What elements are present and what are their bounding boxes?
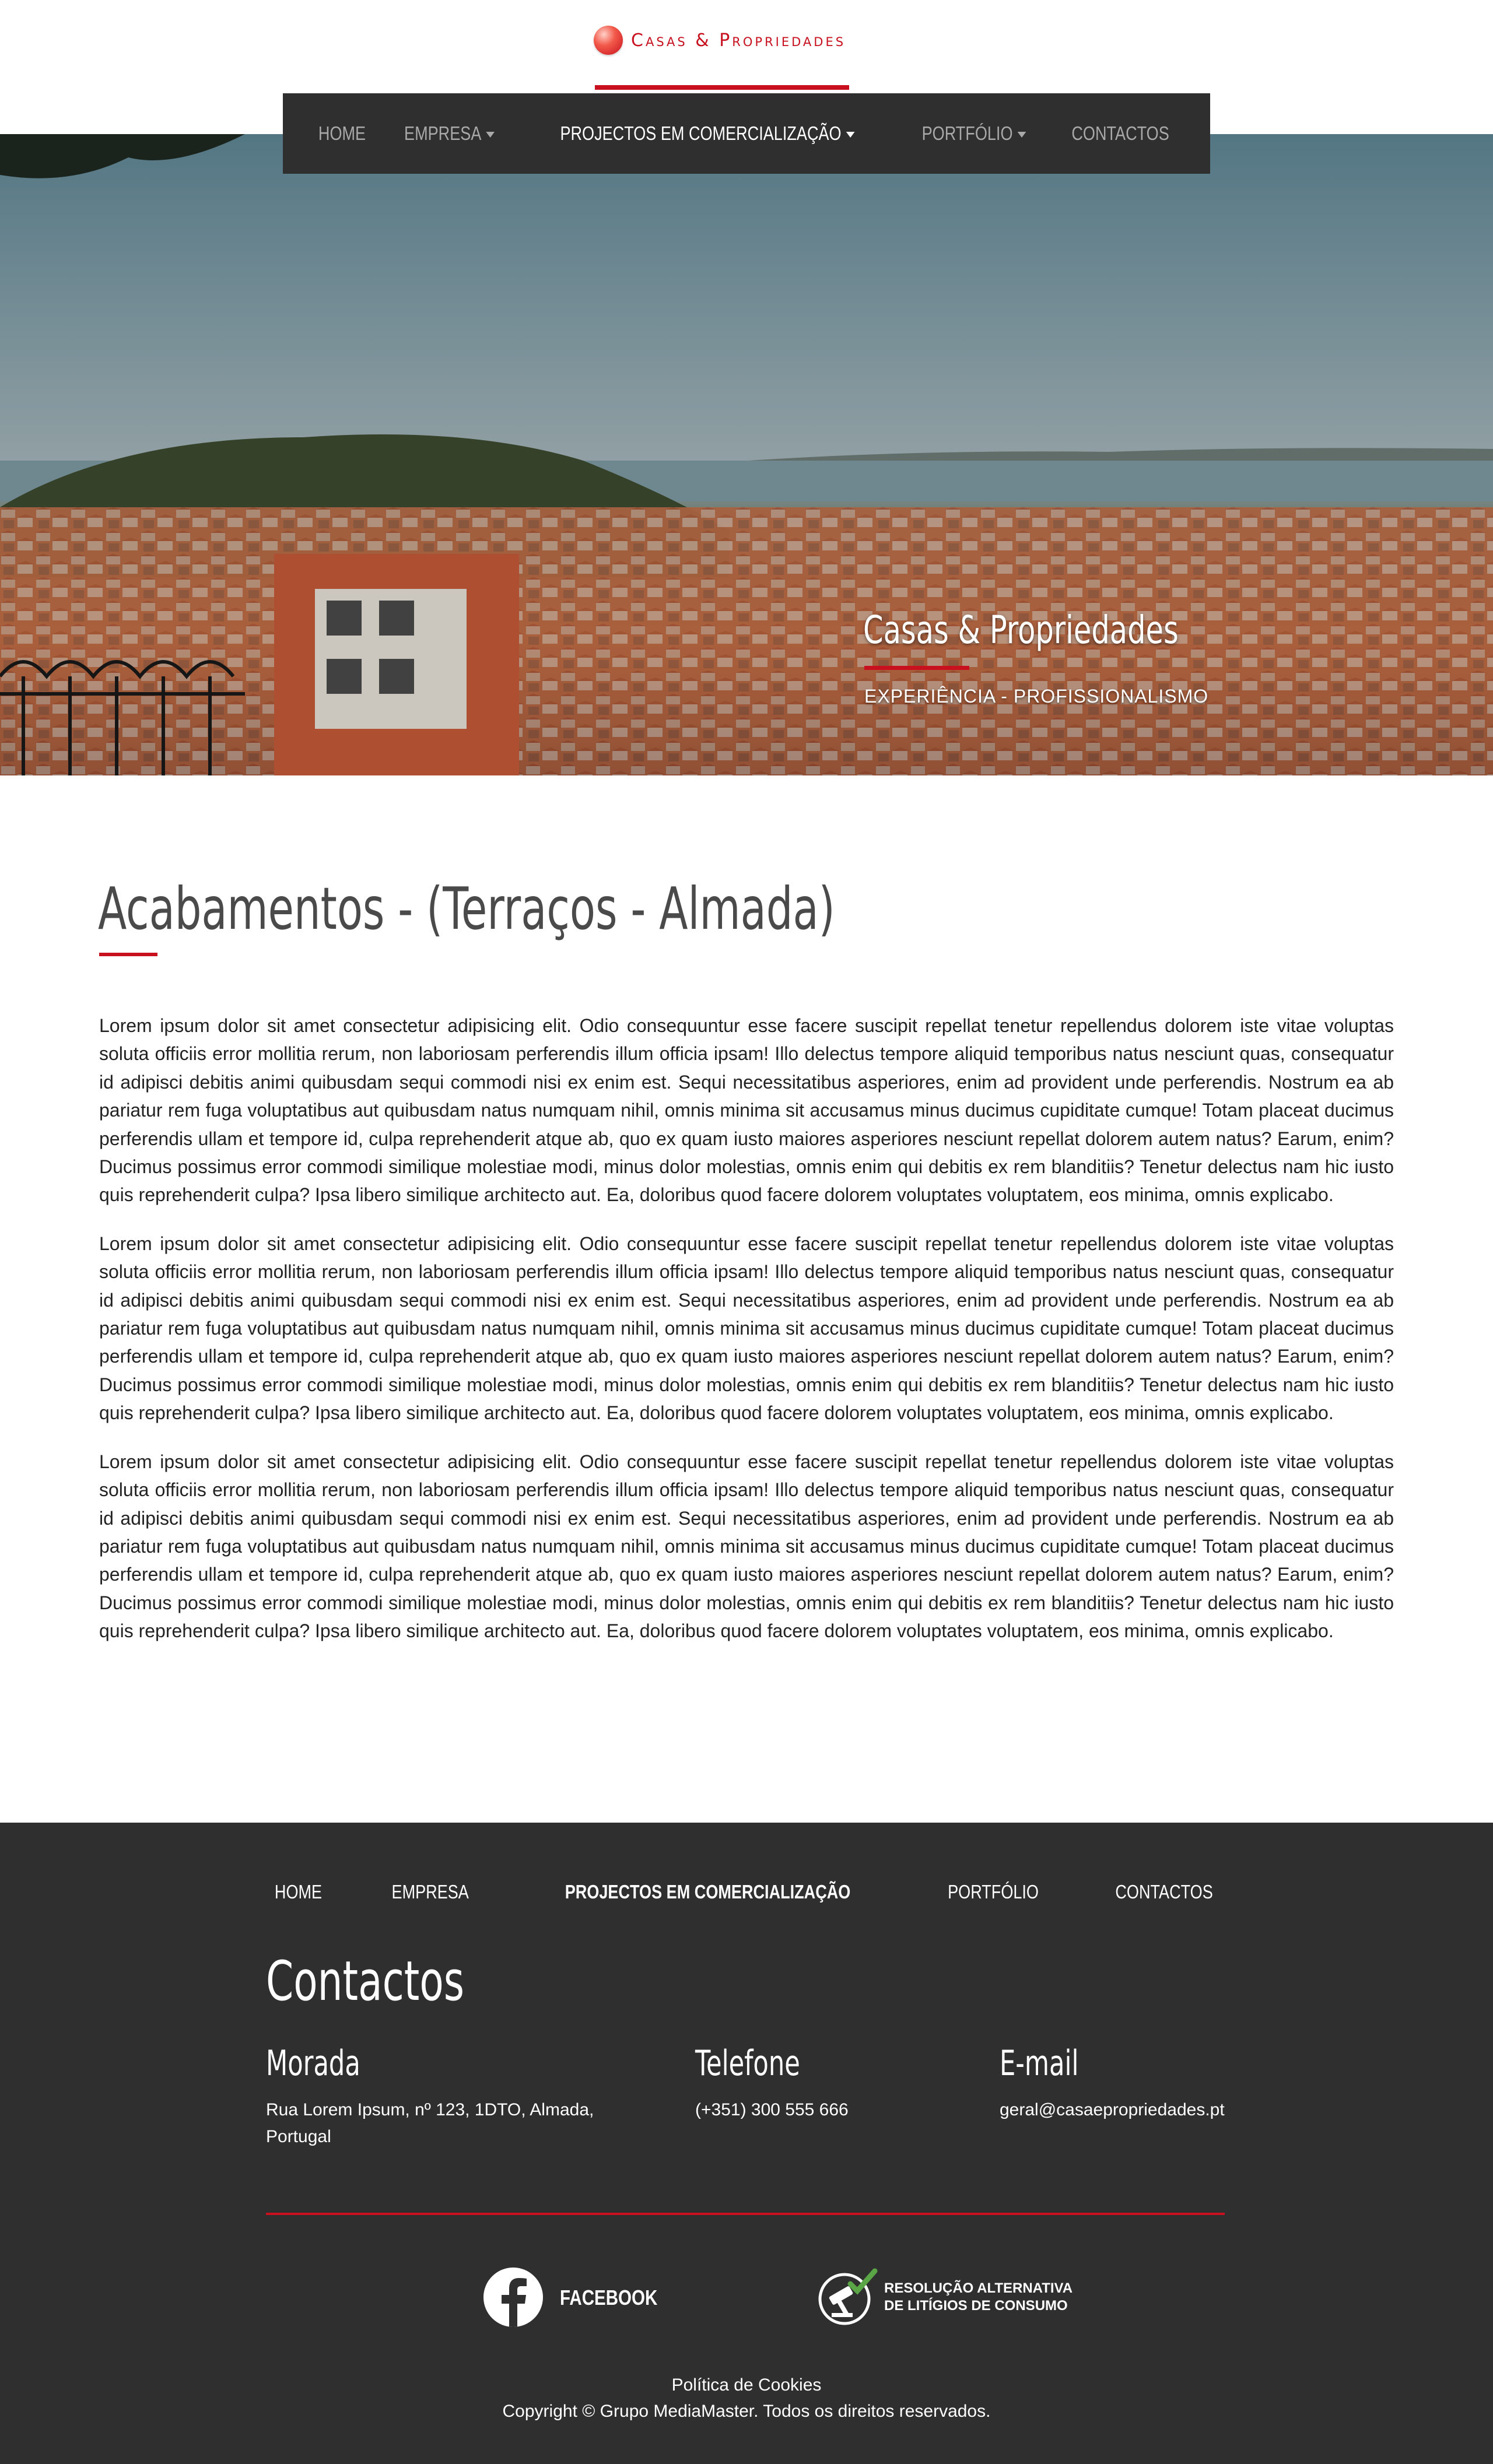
footer-nav-home[interactable]: HOME: [275, 1881, 322, 1903]
hero-title: Casas & Propriedades: [863, 608, 1179, 652]
content-paragraph: Lorem ipsum dolor sit amet consectetur a…: [99, 1233, 1394, 1424]
footer-nav-empresa[interactable]: EMPRESA: [392, 1881, 469, 1903]
ral-line: DE LITÍGIOS DE CONSUMO: [884, 2298, 1068, 2314]
footer-nav: HOME EMPRESA PROJECTOS EM COMERCIALIZAÇÃ…: [0, 1881, 1493, 1903]
main-content: Lorem ipsum dolor sit amet consectetur a…: [99, 1012, 1394, 1666]
nav-item-empresa[interactable]: EMPRESA: [404, 122, 495, 145]
caret-down-icon: [846, 132, 855, 138]
contacts-title: Contactos: [266, 1950, 464, 2013]
content-paragraph: Lorem ipsum dolor sit amet consectetur a…: [99, 1451, 1394, 1642]
site-footer: HOME EMPRESA PROJECTOS EM COMERCIALIZAÇÃ…: [0, 1823, 1493, 2464]
facebook-icon[interactable]: [483, 2268, 543, 2327]
nav-item-label: PROJECTOS EM COMERCIALIZAÇÃO: [560, 122, 842, 144]
footer-divider: [266, 2213, 1225, 2215]
logo-underline: [595, 85, 849, 90]
phone-heading: Telefone: [695, 2043, 800, 2084]
copyright-text: Copyright © Grupo MediaMaster. Todos os …: [502, 2402, 991, 2421]
hero-city-image: [0, 134, 1493, 775]
ral-link[interactable]: RESOLUÇÃO ALTERNATIVA DE LITÍGIOS DE CON…: [884, 2280, 1073, 2315]
hero-banner: Casas & Propriedades EXPERIÊNCIA - PROFI…: [0, 134, 1493, 775]
gavel-check-icon[interactable]: [816, 2268, 881, 2326]
hero-subtitle: EXPERIÊNCIA - PROFISSIONALISMO: [864, 686, 1209, 707]
ral-line: RESOLUÇÃO ALTERNATIVA: [884, 2280, 1073, 2296]
footer-nav-portfolio[interactable]: PORTFÓLIO: [948, 1881, 1039, 1903]
cookies-policy-link[interactable]: Política de Cookies: [0, 2375, 1493, 2395]
caret-down-icon: [1017, 132, 1026, 138]
facebook-link[interactable]: FACEBOOK: [560, 2286, 657, 2310]
nav-item-portfolio[interactable]: PORTFÓLIO: [922, 122, 1026, 145]
email-address[interactable]: geral@casaepropriedades.pt: [1000, 2097, 1225, 2123]
nav-item-projectos[interactable]: PROJECTOS EM COMERCIALIZAÇÃO: [560, 122, 855, 145]
nav-item-label: CONTACTOS: [1071, 122, 1169, 144]
nav-item-home[interactable]: HOME: [318, 122, 366, 145]
email-heading: E-mail: [1000, 2043, 1079, 2084]
footer-nav-projectos[interactable]: PROJECTOS EM COMERCIALIZAÇÃO: [565, 1881, 850, 1903]
address-line: Rua Lorem Ipsum, nº 123, 1DTO, Almada,: [266, 2100, 594, 2119]
address-text: Rua Lorem Ipsum, nº 123, 1DTO, Almada, P…: [266, 2097, 616, 2150]
logo-text: Casas & Propriedades: [631, 30, 846, 51]
nav-item-contactos[interactable]: CONTACTOS: [1072, 122, 1169, 145]
address-line: Portugal: [266, 2127, 331, 2146]
nav-item-label: EMPRESA: [404, 122, 482, 144]
site-logo[interactable]: Casas & Propriedades: [594, 26, 846, 55]
main-navbar: HOME EMPRESA PROJECTOS EM COMERCIALIZAÇÃ…: [283, 93, 1210, 174]
address-heading: Morada: [266, 2043, 360, 2084]
phone-number[interactable]: (+351) 300 555 666: [695, 2097, 849, 2123]
logo-sphere-icon: [594, 26, 623, 55]
nav-item-label: HOME: [318, 122, 366, 144]
nav-item-label: PORTFÓLIO: [921, 122, 1013, 144]
page-title-underline: [99, 953, 157, 956]
footer-nav-contactos[interactable]: CONTACTOS: [1115, 1881, 1212, 1903]
page-title: Acabamentos - (Terraços - Almada): [98, 875, 835, 943]
caret-down-icon: [486, 132, 495, 138]
content-paragraph: Lorem ipsum dolor sit amet consectetur a…: [99, 1015, 1394, 1206]
hero-title-underline: [864, 666, 969, 670]
